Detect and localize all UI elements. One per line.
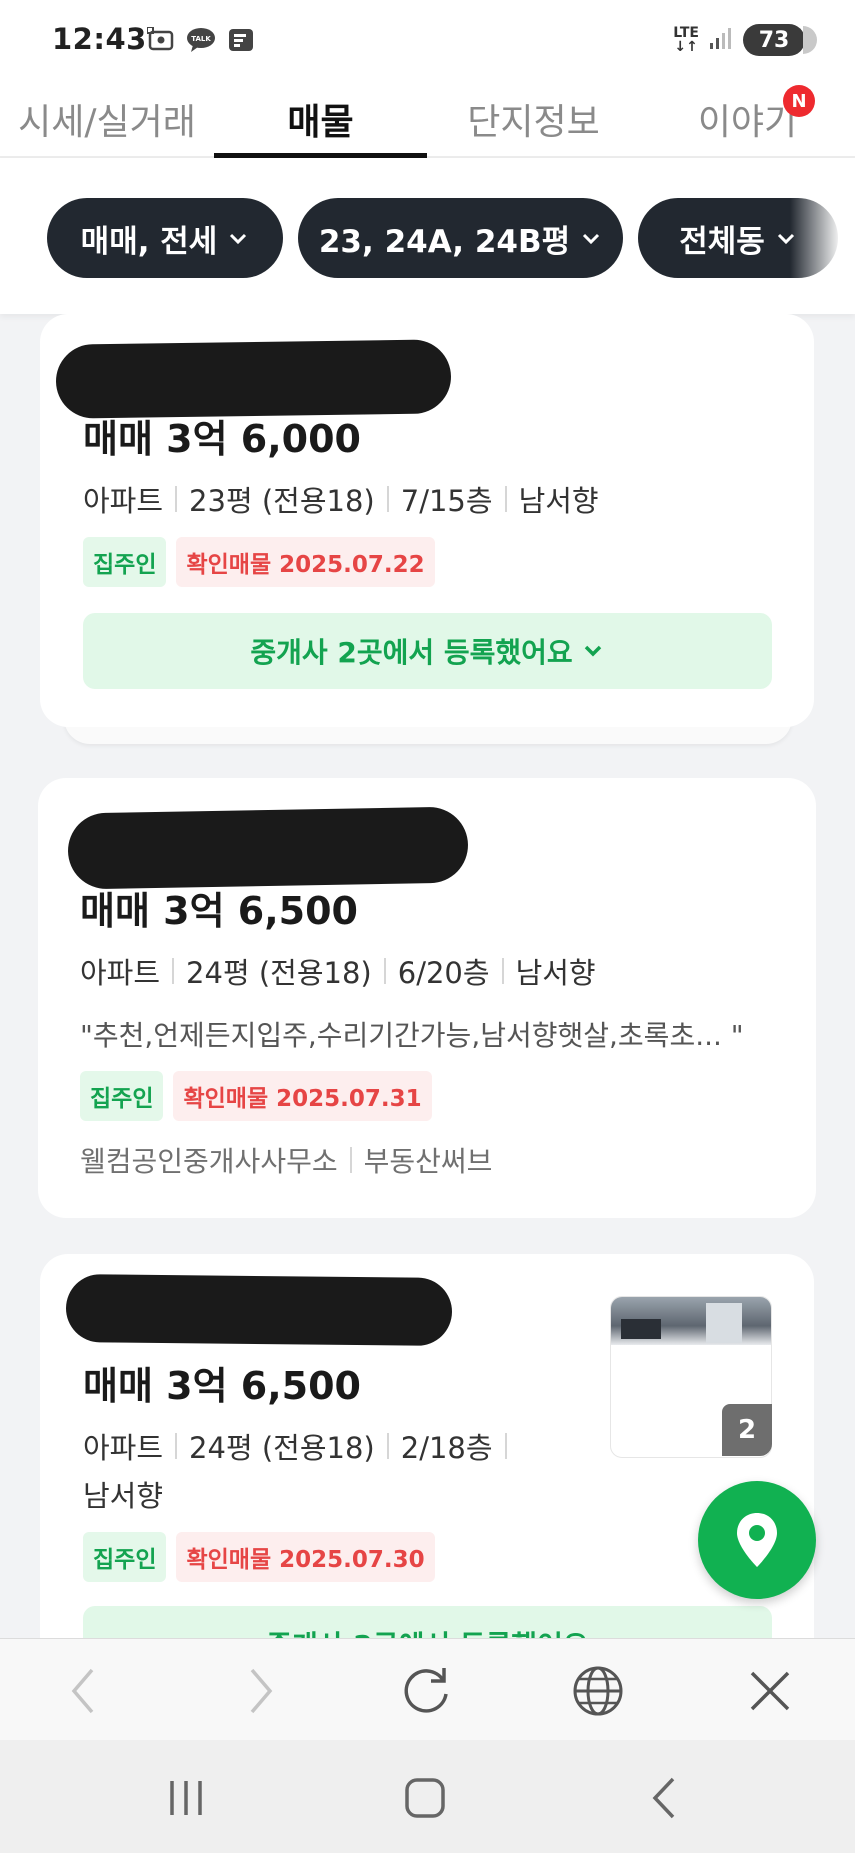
photo-count-badge: 2	[722, 1404, 772, 1456]
signal-icon	[709, 26, 733, 54]
battery-indicator: 73	[743, 24, 817, 56]
chevron-left-icon	[71, 1668, 94, 1714]
confirmed-tag: 확인매물 2025.07.31	[173, 1071, 432, 1121]
listing-details: 아파트 23평 (전용18) 7/15층 남서향	[83, 484, 599, 518]
redacted-area	[55, 339, 452, 419]
notification-icons: TALK	[146, 26, 256, 54]
listing-details: 아파트 24평 (전용18) 2/18층	[83, 1425, 519, 1467]
refresh-button[interactable]	[399, 1663, 455, 1719]
chevron-down-icon	[230, 233, 247, 245]
home-icon	[405, 1778, 445, 1818]
owner-tag: 집주인	[83, 1532, 167, 1582]
forward-button[interactable]	[233, 1663, 289, 1719]
redacted-area	[65, 1273, 453, 1347]
chevron-right-icon	[250, 1668, 273, 1714]
browser-toolbar	[0, 1638, 855, 1740]
confirmed-tag: 확인매물 2025.07.22	[176, 537, 435, 587]
globe-icon	[573, 1666, 623, 1716]
listing-description: "추천,언제든지입주,수리기간가능,남서향햇살,초록초... "	[80, 1019, 744, 1052]
listing-tags: 집주인 확인매물 2025.07.30	[83, 1532, 435, 1582]
listing-direction: 남서향	[83, 1479, 164, 1513]
recent-apps-button[interactable]	[156, 1770, 216, 1826]
listing-price: 매매 3억 6,500	[83, 1364, 361, 1408]
filter-bar: 매매, 전세 23, 24A, 24B평 전체동	[0, 158, 855, 314]
recent-apps-icon	[170, 1781, 202, 1815]
chevron-left-icon	[652, 1777, 675, 1819]
owner-tag: 집주인	[83, 537, 167, 587]
brokers-expand-button[interactable]: 중개사 2곳에서 등록했어요	[83, 613, 772, 689]
tab-bar: 시세/실거래 매물 단지정보 이야기	[0, 80, 855, 158]
new-badge: N	[783, 85, 815, 117]
home-button[interactable]	[395, 1770, 455, 1826]
back-button[interactable]	[55, 1663, 111, 1719]
listing-tags: 집주인 확인매물 2025.07.22	[83, 537, 435, 587]
owner-tag: 집주인	[80, 1071, 164, 1121]
map-pin-icon	[737, 1513, 777, 1567]
screenshot-icon	[146, 26, 176, 54]
kakaotalk-icon: TALK	[186, 26, 216, 54]
status-time: 12:43	[52, 22, 147, 56]
filter-trade-type[interactable]: 매매, 전세	[47, 198, 283, 278]
status-bar: 12:43 TALK LTE ↓↑ 73	[0, 0, 855, 80]
tab-price-history[interactable]: 시세/실거래	[0, 80, 214, 158]
system-nav-bar	[0, 1740, 855, 1853]
svg-text:TALK: TALK	[191, 35, 211, 43]
tab-complex-info[interactable]: 단지정보	[427, 80, 640, 158]
listing-tags: 집주인 확인매물 2025.07.31	[80, 1071, 432, 1121]
language-button[interactable]	[570, 1663, 626, 1719]
map-location-button[interactable]	[698, 1481, 816, 1599]
broker-info: 웰컴공인중개사사무소 부동산써브	[80, 1140, 492, 1180]
refresh-icon	[404, 1668, 448, 1713]
close-button[interactable]	[742, 1663, 798, 1719]
listing-price: 매매 3억 6,500	[80, 889, 358, 933]
broker-name: 웰컴공인중개사사무소	[80, 1145, 338, 1178]
listing-price: 매매 3억 6,000	[83, 417, 361, 461]
tab-listings[interactable]: 매물	[214, 80, 427, 158]
chevron-down-icon	[583, 233, 600, 245]
tab-stories[interactable]: 이야기	[640, 80, 855, 158]
news-icon	[226, 26, 256, 54]
redacted-area	[67, 806, 469, 890]
network-indicator: LTE ↓↑	[673, 25, 699, 55]
filter-area-size[interactable]: 23, 24A, 24B평	[298, 198, 623, 278]
confirmed-tag: 확인매물 2025.07.30	[176, 1532, 435, 1582]
listing-details: 아파트 24평 (전용18) 6/20층 남서향	[80, 956, 596, 990]
provider-name: 부동산써브	[363, 1145, 493, 1178]
chevron-down-icon	[584, 645, 601, 657]
close-icon	[750, 1671, 790, 1711]
system-back-button[interactable]	[634, 1770, 694, 1826]
